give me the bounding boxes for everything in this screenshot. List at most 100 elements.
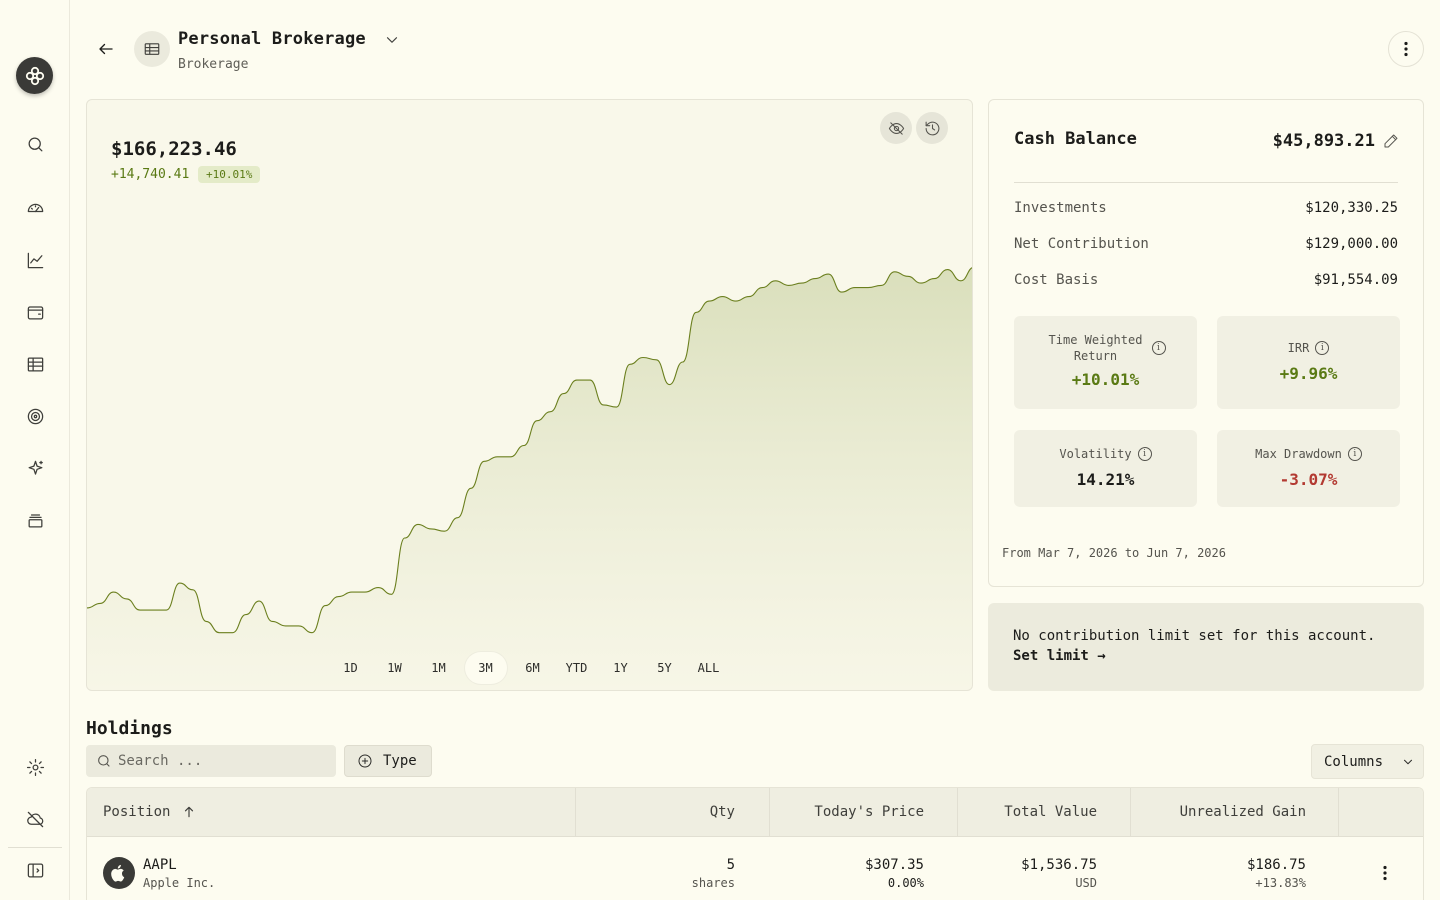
history-icon: [925, 121, 939, 135]
sidebar-item-assets[interactable]: [23, 508, 47, 532]
sidebar-item-sync[interactable]: [23, 807, 47, 831]
metric-label-row: IRR i: [1217, 340, 1400, 356]
metric-label-row: Time Weighted Return i: [1014, 332, 1197, 364]
arrow-left-icon: [99, 43, 113, 55]
metric-value: +9.96%: [1279, 364, 1338, 383]
metric-label-row: Max Drawdown i: [1217, 446, 1400, 462]
gain-value: $186.75: [1246, 857, 1306, 873]
column-header-price[interactable]: Today's Price: [814, 788, 924, 836]
sidebar-item-insights[interactable]: [23, 456, 47, 480]
column-divider: [575, 788, 576, 836]
metric-volatility: Volatility i 14.21%: [1014, 430, 1197, 507]
metric-label: Max Drawdown: [1255, 447, 1342, 461]
summary-row-label: Investments: [1014, 200, 1107, 216]
back-button[interactable]: [94, 37, 118, 61]
range-button-6m[interactable]: 6M: [515, 652, 551, 684]
search-input[interactable]: [118, 745, 328, 777]
cloud-off-icon: [26, 811, 43, 827]
more-options-button[interactable]: [1388, 31, 1424, 67]
summary-row-net-contribution: Net Contribution $129,000.00: [1014, 236, 1398, 256]
holdings-search[interactable]: [86, 745, 336, 777]
columns-button[interactable]: Columns: [1311, 744, 1424, 779]
metric-time-weighted-return: Time Weighted Return i +10.01%: [1014, 316, 1197, 409]
apple-logo-icon: [111, 864, 125, 882]
summary-row-investments: Investments $120,330.25: [1014, 200, 1398, 220]
column-header-qty[interactable]: Qty: [710, 788, 735, 836]
ticker-logo: [103, 857, 135, 889]
chevron-down-icon: [1403, 759, 1413, 764]
cash-balance-value: $45,893.21: [1272, 131, 1375, 151]
metric-value: -3.07%: [1279, 470, 1338, 489]
account-avatar: [134, 31, 170, 67]
pencil-icon: [1384, 134, 1398, 148]
account-name[interactable]: Personal Brokerage: [178, 29, 366, 49]
column-header-label: Qty: [709, 804, 735, 820]
column-header-position[interactable]: Position: [103, 788, 196, 836]
ledger-icon: [27, 357, 43, 371]
sort-ascending-icon: [185, 806, 194, 818]
info-icon[interactable]: i: [1137, 447, 1152, 461]
info-icon[interactable]: i: [1347, 447, 1362, 461]
summary-row-label: Net Contribution: [1014, 236, 1149, 252]
row-actions-button[interactable]: [1383, 865, 1387, 885]
set-limit-link[interactable]: Set limit →: [1013, 648, 1106, 664]
account-switcher-toggle[interactable]: [383, 31, 401, 49]
hide-values-button[interactable]: [880, 112, 912, 144]
contribution-limit-card: No contribution limit set for this accou…: [988, 603, 1424, 691]
metrics-date-range: From Mar 7, 2026 to Jun 7, 2026: [1002, 546, 1226, 560]
range-button-3m[interactable]: 3M: [464, 652, 507, 684]
range-button-1y[interactable]: 1Y: [603, 652, 639, 684]
sidebar-item-dashboard[interactable]: [23, 195, 47, 219]
more-vertical-icon: [1404, 41, 1408, 57]
account-type: Brokerage: [178, 57, 249, 72]
holdings-table: Position Qty Today's Price Total Value U…: [86, 787, 1424, 900]
range-button-ytd[interactable]: YTD: [559, 652, 595, 684]
performance-chart: [87, 267, 972, 690]
column-header-total[interactable]: Total Value: [1004, 788, 1097, 836]
range-button-1d[interactable]: 1D: [333, 652, 369, 684]
sidebar-collapse-toggle[interactable]: [23, 858, 47, 882]
edit-cash-button[interactable]: [1383, 133, 1399, 149]
info-icon[interactable]: i: [1315, 341, 1330, 355]
metric-max-drawdown: Max Drawdown i -3.07%: [1217, 430, 1400, 507]
info-icon[interactable]: i: [1151, 341, 1166, 355]
balance-change: +14,740.41: [111, 167, 190, 182]
ledger-icon: [144, 43, 160, 55]
sidebar-item-performance[interactable]: [23, 248, 47, 272]
wallet-icon: [27, 305, 43, 319]
ticker-symbol[interactable]: AAPL: [143, 857, 177, 873]
range-button-5y[interactable]: 5Y: [647, 652, 683, 684]
column-header-label: Today's Price: [814, 804, 924, 820]
type-filter-button[interactable]: Type: [344, 745, 432, 777]
price-value: $307.35: [864, 857, 924, 873]
app-logo[interactable]: [16, 57, 53, 94]
target-icon: [27, 408, 43, 424]
sidebar-item-settings[interactable]: [23, 755, 47, 779]
metric-label: Volatility: [1059, 447, 1132, 461]
metric-value: 14.21%: [1076, 470, 1135, 489]
sidebar-item-accounts[interactable]: [23, 300, 47, 324]
ticker-name: Apple Inc.: [143, 876, 216, 890]
column-header-gain[interactable]: Unrealized Gain: [1180, 788, 1306, 836]
balance-change-badge: +10.01%: [198, 166, 261, 183]
account-summary-card: Cash Balance $45,893.21 Investments $120…: [988, 99, 1424, 587]
sidebar-item-search[interactable]: [23, 132, 47, 156]
sidebar-toggle-icon: [27, 863, 43, 877]
summary-divider: [1014, 182, 1398, 183]
sidebar: [0, 0, 70, 900]
gain-percent: +13.83%: [1255, 876, 1306, 890]
cash-balance-label: Cash Balance: [1014, 129, 1137, 149]
metric-label: IRR: [1287, 341, 1310, 355]
holdings-title: Holdings: [86, 718, 173, 739]
summary-row-value: $129,000.00: [1305, 236, 1398, 252]
sidebar-item-activity[interactable]: [23, 352, 47, 376]
sidebar-item-goals[interactable]: [23, 404, 47, 428]
range-button-all[interactable]: ALL: [691, 652, 727, 684]
stack-icon: [28, 513, 42, 527]
settings-gear-icon: [26, 758, 44, 776]
range-button-1m[interactable]: 1M: [421, 652, 457, 684]
table-row[interactable]: AAPL Apple Inc. 5 shares $307.35 0.00% $…: [87, 837, 1423, 900]
dashboard-gauge-icon: [27, 203, 43, 212]
range-button-1w[interactable]: 1W: [377, 652, 413, 684]
history-button[interactable]: [916, 112, 948, 144]
